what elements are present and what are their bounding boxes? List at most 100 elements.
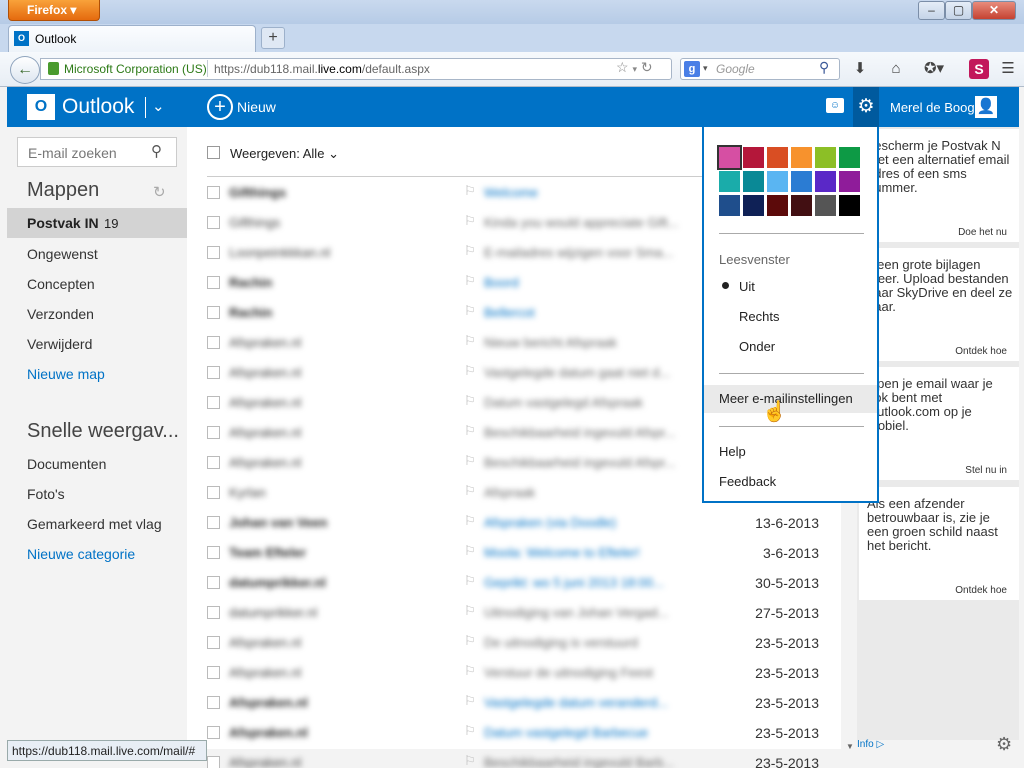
scroll-down-arrow-icon[interactable]: ▼ (846, 742, 854, 751)
theme-color-swatch[interactable] (839, 147, 860, 168)
row-checkbox[interactable] (207, 636, 220, 649)
search-icon[interactable]: ⚲ (151, 142, 162, 160)
email-search-placeholder[interactable]: E-mail zoeken (28, 145, 117, 161)
ad-box[interactable]: Als een afzender betrouwbaar is, zie je … (859, 487, 1019, 600)
flag-icon[interactable]: ⚐ (464, 633, 476, 649)
flag-icon[interactable]: ⚐ (464, 753, 476, 768)
url-text[interactable]: https://dub118.mail.live.com/default.asp… (214, 62, 430, 76)
row-checkbox[interactable] (207, 486, 220, 499)
new-message-plus-icon[interactable]: + (207, 94, 233, 120)
row-checkbox[interactable] (207, 756, 220, 768)
minimize-button[interactable]: – (918, 1, 945, 20)
theme-color-swatch[interactable] (767, 171, 788, 192)
row-checkbox[interactable] (207, 246, 220, 259)
row-checkbox[interactable] (207, 306, 220, 319)
table-row[interactable]: Johan van Veen ⚐ Afspraken (via Doodle) 13-… (187, 508, 841, 538)
theme-color-swatch[interactable] (717, 145, 742, 170)
table-row[interactable]: Afspraken.nl ⚐ Beschikbaarheid ingevuld Ba… (187, 748, 841, 768)
reading-pane-option-off[interactable]: Uit (739, 279, 755, 294)
search-icon[interactable]: ⚲ (819, 59, 829, 76)
bookmarks-icon[interactable]: ✪▾ (921, 58, 947, 80)
flag-icon[interactable]: ⚐ (464, 423, 476, 439)
row-checkbox[interactable] (207, 366, 220, 379)
row-checkbox[interactable] (207, 576, 220, 589)
ad-link[interactable]: Stel nu in (965, 465, 1007, 476)
table-row[interactable]: datumprikker.nl ⚐ Uitnodiging van Johan Ve… (187, 598, 841, 628)
ad-box[interactable]: bescherm je Postvak N met een alternatie… (859, 129, 1019, 242)
row-checkbox[interactable] (207, 516, 220, 529)
row-checkbox[interactable] (207, 606, 220, 619)
ad-link[interactable]: Ontdek hoe (955, 346, 1007, 357)
row-checkbox[interactable] (207, 186, 220, 199)
close-window-button[interactable]: ✕ (972, 1, 1016, 20)
theme-color-swatch[interactable] (791, 195, 812, 216)
app-name[interactable]: Outlook (62, 95, 134, 119)
row-checkbox[interactable] (207, 426, 220, 439)
addon-s-icon[interactable]: S (969, 59, 989, 79)
settings-gear-icon[interactable]: ⚙ (853, 87, 879, 127)
quick-views-heading[interactable]: Snelle weergav... (27, 420, 179, 443)
reload-icon[interactable]: ↻ (641, 59, 653, 75)
tab-outlook[interactable]: Outlook (8, 25, 256, 52)
options-gear-icon[interactable]: ⚙ (996, 734, 1012, 755)
row-checkbox[interactable] (207, 396, 220, 409)
row-checkbox[interactable] (207, 726, 220, 739)
flag-icon[interactable]: ⚐ (464, 333, 476, 349)
ad-link[interactable]: Ontdek hoe (955, 585, 1007, 596)
table-row[interactable]: Afspraken.nl ⚐ Verstuur de uitnodiging Fee… (187, 658, 841, 688)
ad-box[interactable]: Open je email waar je ook bent met Outlo… (859, 367, 1019, 480)
flag-icon[interactable]: ⚐ (464, 573, 476, 589)
sidebar-item-documents[interactable]: Documenten (27, 456, 106, 472)
row-checkbox[interactable] (207, 276, 220, 289)
theme-color-swatch[interactable] (815, 171, 836, 192)
select-all-checkbox[interactable] (207, 146, 220, 159)
theme-color-swatch[interactable] (767, 147, 788, 168)
sidebar-item-junk[interactable]: Ongewenst (27, 246, 98, 262)
table-row[interactable]: Team Efteler ⚐ Moola: Welcome to Efteler! 3… (187, 538, 841, 568)
sidebar-item-photos[interactable]: Foto's (27, 486, 65, 502)
flag-icon[interactable]: ⚐ (464, 393, 476, 409)
flag-icon[interactable]: ⚐ (464, 663, 476, 679)
flag-icon[interactable]: ⚐ (464, 273, 476, 289)
ad-box[interactable]: Geen grote bijlagen meer. Upload bestand… (859, 248, 1019, 361)
view-filter-dropdown[interactable]: Weergeven: Alle ⌄ (230, 146, 339, 162)
row-checkbox[interactable] (207, 666, 220, 679)
theme-color-swatch[interactable] (743, 171, 764, 192)
row-checkbox[interactable] (207, 546, 220, 559)
flag-icon[interactable]: ⚐ (464, 303, 476, 319)
row-checkbox[interactable] (207, 696, 220, 709)
ad-info-link[interactable]: Info ▷ (857, 739, 884, 750)
home-icon[interactable]: ⌂ (883, 58, 909, 80)
theme-color-swatch[interactable] (767, 195, 788, 216)
sidebar-item-deleted[interactable]: Verwijderd (27, 336, 92, 352)
google-engine-icon[interactable]: g (684, 61, 700, 77)
firefox-menu-button[interactable]: Firefox ▾ (8, 0, 100, 21)
chat-icon[interactable]: ☺ (826, 98, 844, 113)
theme-color-swatch[interactable] (743, 195, 764, 216)
flag-icon[interactable]: ⚐ (464, 723, 476, 739)
site-identity-label[interactable]: Microsoft Corporation (US) (64, 62, 207, 76)
back-arrow-icon[interactable]: ← (10, 56, 40, 84)
new-tab-button[interactable]: + (261, 27, 285, 49)
flag-icon[interactable]: ⚐ (464, 543, 476, 559)
sidebar-item-flagged[interactable]: Gemarkeerd met vlag (27, 516, 162, 532)
bookmark-star-icon[interactable]: ☆ (616, 59, 629, 75)
search-input[interactable]: Google (716, 62, 755, 76)
table-row[interactable]: Afspraken.nl ⚐ De uitnodiging is verstuurd… (187, 628, 841, 658)
theme-color-swatch[interactable] (791, 147, 812, 168)
flag-icon[interactable]: ⚐ (464, 243, 476, 259)
reading-pane-option-bottom[interactable]: Onder (739, 339, 775, 354)
flag-icon[interactable]: ⚐ (464, 363, 476, 379)
help-item[interactable]: Help (719, 444, 746, 459)
reading-pane-option-right[interactable]: Rechts (739, 309, 779, 324)
theme-color-swatch[interactable] (839, 195, 860, 216)
theme-color-swatch[interactable] (743, 147, 764, 168)
app-switcher-chevron-icon[interactable]: ⌄ (152, 97, 165, 115)
table-row[interactable]: Afspraken.nl ⚐ Vastgelegde datum veranderd… (187, 688, 841, 718)
new-message-button[interactable]: Nieuw (237, 99, 276, 115)
flag-icon[interactable]: ⚐ (464, 693, 476, 709)
engine-dropdown-icon[interactable]: ▾ (703, 63, 708, 74)
outlook-logo-icon[interactable]: O (27, 94, 55, 120)
table-row[interactable]: datumprikker.nl ⚐ Geprikt: wo 5 juni 2013 … (187, 568, 841, 598)
maximize-button[interactable]: ▢ (945, 1, 972, 20)
